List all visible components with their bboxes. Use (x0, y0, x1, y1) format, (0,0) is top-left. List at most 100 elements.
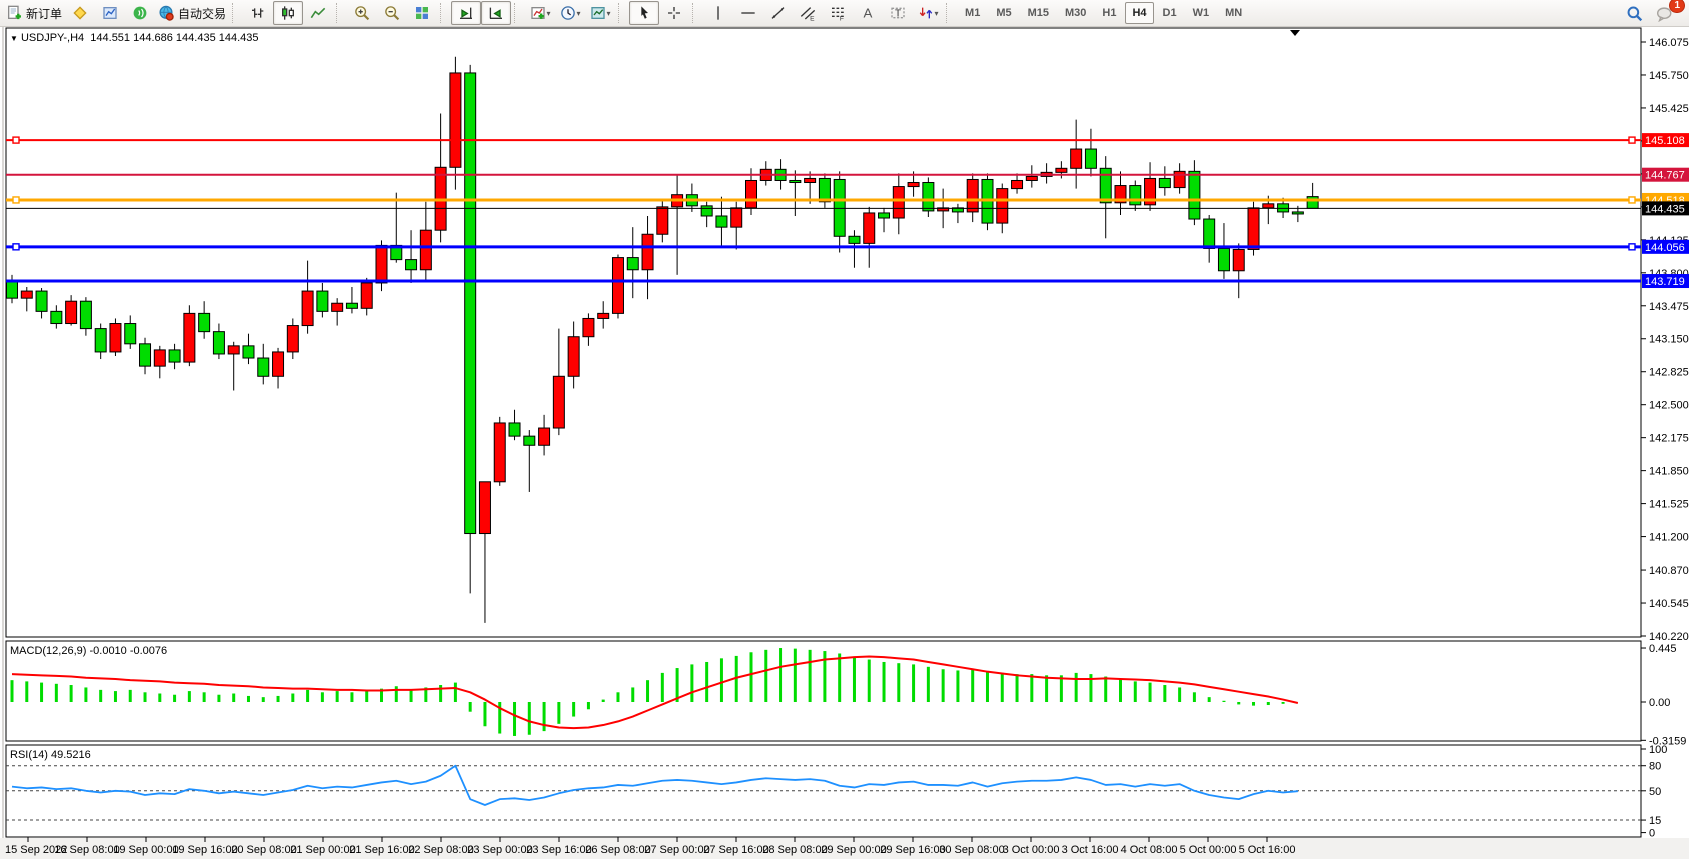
text-button[interactable]: A (853, 1, 883, 25)
vertical-line-button[interactable] (703, 1, 733, 25)
chart-shift-button[interactable] (451, 1, 481, 25)
zoom-in-button[interactable] (347, 1, 377, 25)
candlestick (184, 313, 195, 362)
svg-text:A: A (864, 6, 873, 21)
auto-scroll-button[interactable] (481, 1, 511, 25)
equidistant-channel-button[interactable]: E (793, 1, 823, 25)
x-axis-label: 27 Sep 16:00 (703, 844, 768, 856)
market-button[interactable] (95, 1, 125, 25)
algo-trading-button[interactable]: 自动交易 (155, 1, 229, 25)
candlestick (598, 313, 609, 318)
chevron-down-icon[interactable]: ▾ (577, 9, 581, 18)
x-axis-label: 3 Oct 00:00 (1003, 844, 1060, 856)
y-axis-tick-label: 141.525 (1649, 499, 1689, 511)
candlestick (923, 183, 934, 211)
macd-label: MACD(12,26,9) -0.0010 -0.0076 (10, 645, 167, 657)
candlestick (287, 326, 298, 352)
candlestick (243, 346, 254, 358)
candlestick (258, 358, 269, 376)
y-axis-tick-label: 145.425 (1649, 103, 1689, 115)
indicators-button[interactable]: ▾ (525, 1, 555, 25)
crosshair-button[interactable] (659, 1, 689, 25)
chevron-down-icon[interactable]: ▾ (607, 9, 611, 18)
candlestick (849, 236, 860, 243)
timeframe-mn-button[interactable]: MN (1218, 2, 1249, 24)
candlestick (701, 206, 712, 216)
x-axis-label: 28 Sep 08:00 (762, 844, 827, 856)
candlestick (450, 73, 461, 167)
fibonacci-button[interactable]: F (823, 1, 853, 25)
chart-shift-icon (458, 5, 474, 21)
metaeditor-button[interactable] (65, 1, 95, 25)
line-handle[interactable] (13, 244, 19, 250)
candlestick (1189, 171, 1200, 219)
diamond-icon (72, 5, 88, 21)
candlestick (539, 428, 550, 445)
candlestick (420, 230, 431, 270)
x-axis-label: 19 Sep 00:00 (113, 844, 178, 856)
collapse-icon[interactable]: ▼ (10, 34, 18, 43)
x-axis-label: 23 Sep 16:00 (526, 844, 591, 856)
rsi-axis-label: 15 (1649, 815, 1661, 827)
toolbar-separator (336, 3, 343, 23)
candlestick (819, 178, 830, 201)
zoom-out-button[interactable] (377, 1, 407, 25)
candlestick (273, 352, 284, 376)
bar-chart-button[interactable] (243, 1, 273, 25)
timeframe-m5-button[interactable]: M5 (989, 2, 1018, 24)
x-axis-label: 23 Sep 00:00 (467, 844, 532, 856)
toolbar-separator (514, 3, 521, 23)
timeframe-w1-button[interactable]: W1 (1186, 2, 1217, 24)
y-axis-tick-label: 143.475 (1649, 301, 1689, 313)
templates-button[interactable]: ▾ (585, 1, 615, 25)
symbol-ohlc-values: 144.551 144.686 144.435 144.435 (90, 32, 258, 44)
timeframe-m15-button[interactable]: M15 (1021, 2, 1056, 24)
cursor-button[interactable] (629, 1, 659, 25)
line-handle[interactable] (1629, 197, 1635, 203)
candlestick (834, 179, 845, 236)
candlestick (657, 207, 668, 234)
candlestick (1233, 249, 1244, 270)
candlestick (790, 180, 801, 182)
candlestick-button[interactable] (273, 1, 303, 25)
timeframe-m1-button[interactable]: M1 (958, 2, 987, 24)
fibo-icon: F (830, 5, 846, 21)
candlestick (1307, 197, 1318, 209)
crosshair-icon (666, 5, 682, 21)
timeframe-h4-button[interactable]: H4 (1125, 2, 1153, 24)
chevron-down-icon[interactable]: ▾ (935, 9, 939, 18)
text-label-button[interactable]: T (883, 1, 913, 25)
x-axis-label: 29 Sep 16:00 (880, 844, 945, 856)
signals-button[interactable] (125, 1, 155, 25)
chevron-down-icon[interactable]: ▾ (547, 9, 551, 18)
timeframe-h1-button[interactable]: H1 (1095, 2, 1123, 24)
price-label-text: 143.719 (1645, 276, 1685, 288)
candlestick (110, 324, 121, 352)
trendline-button[interactable] (763, 1, 793, 25)
algo-trading-button-label: 自动交易 (178, 5, 226, 22)
tile-windows-button[interactable] (407, 1, 437, 25)
line-handle[interactable] (1629, 244, 1635, 250)
chart-area[interactable]: 146.075145.750145.425145.100144.775144.4… (0, 27, 1689, 859)
y-axis-tick-label: 140.220 (1649, 631, 1689, 643)
line-handle[interactable] (1629, 137, 1635, 143)
horizontal-line-button[interactable] (733, 1, 763, 25)
line-handle[interactable] (13, 137, 19, 143)
line-handle[interactable] (13, 197, 19, 203)
candlestick (1278, 204, 1289, 212)
timeframe-d1-button[interactable]: D1 (1156, 2, 1184, 24)
svg-text:F: F (840, 16, 844, 21)
line-chart-button[interactable] (303, 1, 333, 25)
candlestick (805, 178, 816, 182)
search-button[interactable] (1619, 1, 1649, 25)
periods-button[interactable]: ▾ (555, 1, 585, 25)
arrows-button[interactable]: ▾ (913, 1, 943, 25)
channel-icon: E (800, 5, 816, 21)
chat-button[interactable]: 1 (1649, 1, 1679, 25)
timeframe-m30-button[interactable]: M30 (1058, 2, 1093, 24)
main-chart-panel[interactable] (6, 28, 1641, 637)
candlestick (125, 324, 136, 344)
price-label-text: 145.108 (1645, 135, 1685, 147)
y-axis-tick-label: 146.075 (1649, 37, 1689, 49)
new-order-button[interactable]: 新订单 (3, 1, 65, 25)
